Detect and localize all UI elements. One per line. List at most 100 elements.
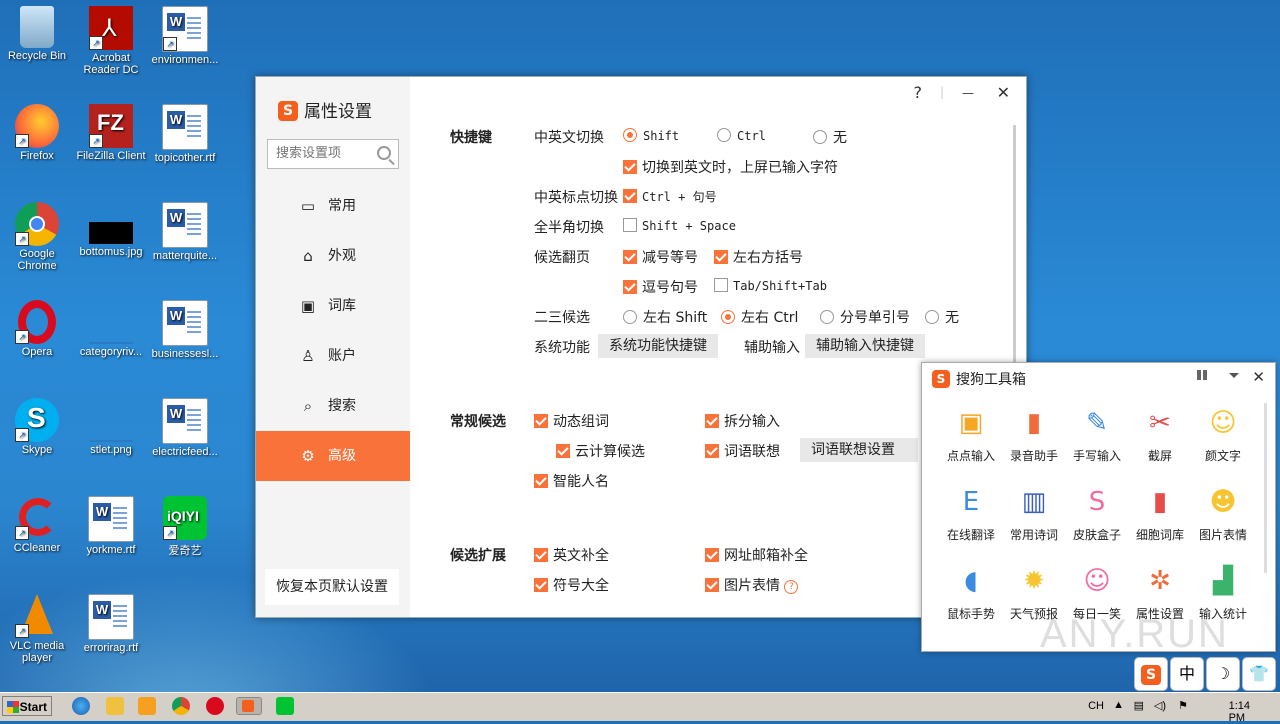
radio-shift[interactable]: Shift xyxy=(623,128,679,143)
checkbox-email[interactable]: 网址邮箱补全 xyxy=(705,545,808,565)
tool-dictionary[interactable]: ▮ 细胞词库 xyxy=(1128,482,1192,543)
tool-poem-book[interactable]: ▥ 常用诗词 xyxy=(1002,482,1066,543)
checkbox-box xyxy=(623,160,637,174)
search-input[interactable] xyxy=(274,145,376,162)
grid-view-icon[interactable] xyxy=(1197,370,1207,380)
desktop-icon-chrome[interactable]: ↗ Google Chrome xyxy=(0,202,74,272)
tool-translate[interactable]: E 在线翻译 xyxy=(939,482,1003,543)
assoc-settings-button[interactable]: 词语联想设置 xyxy=(800,438,918,462)
desktop-icon-opera[interactable]: ↗ Opera xyxy=(0,300,74,358)
toolbox-scrollbar[interactable] xyxy=(1264,403,1267,573)
tool-audio[interactable]: ▮ 录音助手 xyxy=(1002,403,1066,464)
tool-click-input[interactable]: ▣ 点点输入 xyxy=(939,403,1003,464)
desktop-icon-businessesl[interactable]: businessesl... xyxy=(148,300,222,360)
flag-icon[interactable]: ⚑ xyxy=(1178,699,1188,712)
checkbox-symbols[interactable]: 符号大全 xyxy=(534,575,609,595)
desktop-icon-environment[interactable]: ↗ environmen... xyxy=(148,6,222,66)
dictionary-icon: ▮ xyxy=(1152,487,1168,517)
nav-item-account[interactable]: ♙ 账户 xyxy=(256,331,410,381)
desktop-icon-acrobat[interactable]: ⅄ ↗ Acrobat Reader DC xyxy=(74,6,148,76)
desktop-icon-bottomus[interactable]: bottomus.jpg xyxy=(74,202,148,258)
system-shortcut-button[interactable]: 系统功能快捷键 xyxy=(598,334,718,358)
checkbox-split[interactable]: 拆分输入 xyxy=(705,411,780,431)
explorer-folder-icon[interactable] xyxy=(106,697,124,715)
chinese-mode-button[interactable]: 中 xyxy=(1170,657,1204,691)
checkbox-minus-equal[interactable]: 减号等号 xyxy=(623,247,698,267)
word-document-icon xyxy=(162,300,208,346)
start-button[interactable]: Start xyxy=(2,696,52,716)
sogou-taskbar-button[interactable] xyxy=(236,697,262,715)
checkbox-cloud[interactable]: 云计算候选 xyxy=(556,441,645,461)
desktop-icon-stlet[interactable]: stlet.png xyxy=(74,398,148,456)
volume-icon[interactable]: ◁) xyxy=(1154,699,1166,712)
radio-semicolon[interactable]: 分号单引号 xyxy=(820,307,910,327)
checkbox-dynamic[interactable]: 动态组词 xyxy=(534,411,609,431)
checkbox-names[interactable]: 智能人名 xyxy=(534,471,609,491)
radio-none[interactable]: 无 xyxy=(813,127,847,147)
nav-item-advanced[interactable]: ⚙ 高级 xyxy=(256,431,410,481)
desktop-icon-topicother[interactable]: topicother.rtf xyxy=(148,104,222,164)
desktop-icon-yorkme[interactable]: yorkme.rtf xyxy=(74,496,148,556)
tool-smiley[interactable]: ☻ 图片表情 xyxy=(1191,482,1255,543)
sogou-ime-logo-icon[interactable]: S xyxy=(1134,657,1168,691)
radio-none-2[interactable]: 无 xyxy=(925,307,959,327)
skin-shirt-icon[interactable]: 👕 xyxy=(1242,657,1276,691)
network-icon[interactable]: ▤ xyxy=(1134,699,1144,712)
content-scrollbar[interactable] xyxy=(1013,125,1016,365)
nav-item-label: 词库 xyxy=(328,298,356,314)
checkbox-box xyxy=(623,280,637,294)
checkbox-comma-period[interactable]: 逗号句号 xyxy=(623,277,698,297)
desktop-icon-label: Recycle Bin xyxy=(7,50,67,62)
search-icon[interactable] xyxy=(377,146,391,160)
language-indicator[interactable]: CH xyxy=(1088,700,1104,712)
nav-item-search[interactable]: ⌕ 搜索 xyxy=(256,381,410,431)
checkbox-brackets[interactable]: 左右方括号 xyxy=(714,247,803,267)
radio-lr-shift[interactable]: 左右 Shift xyxy=(623,307,707,327)
checkbox-commit-on-switch[interactable]: 切换到英文时，上屏已输入字符 xyxy=(623,157,838,177)
fullwidth-moon-icon[interactable]: ☽ xyxy=(1206,657,1240,691)
show-hidden-icons-icon[interactable]: ▲ xyxy=(1113,699,1124,711)
desktop-icon-errorirag[interactable]: errorirag.rtf xyxy=(74,594,148,654)
aux-shortcut-button[interactable]: 辅助输入快捷键 xyxy=(805,334,925,358)
desktop-icon-vlc[interactable]: ↗ VLC media player xyxy=(0,594,74,664)
desktop-icon-electricfeed[interactable]: electricfeed... xyxy=(148,398,222,458)
ie-icon[interactable] xyxy=(72,697,90,715)
opera-icon[interactable] xyxy=(206,697,224,715)
desktop-icon-iqiyi[interactable]: iQIYI ↗ 爱奇艺 xyxy=(148,496,222,558)
chrome-icon[interactable] xyxy=(172,697,190,715)
close-button[interactable]: ✕ xyxy=(1252,368,1265,386)
checkbox-width[interactable]: Shift + Space xyxy=(623,218,736,233)
skype-icon: S ↗ xyxy=(15,398,59,442)
image-file-icon xyxy=(89,222,133,244)
tool-skin-shirt[interactable]: S 皮肤盒子 xyxy=(1065,482,1129,543)
nav-item-appearance[interactable]: ⌂ 外观 xyxy=(256,231,410,281)
checkbox-english[interactable]: 英文补全 xyxy=(534,545,609,565)
clock[interactable]: 1:14 PM xyxy=(1229,700,1250,724)
checkbox-tab[interactable]: Tab/Shift+Tab xyxy=(714,278,827,293)
desktop-icon-firefox[interactable]: ↗ Firefox xyxy=(0,104,74,162)
nav-item-common[interactable]: ▭ 常用 xyxy=(256,181,410,231)
desktop-icon-skype[interactable]: S ↗ Skype xyxy=(0,398,74,456)
checkbox-assoc[interactable]: 词语联想 xyxy=(705,441,780,461)
desktop-icon-matterquite[interactable]: matterquite... xyxy=(148,202,222,262)
tool-pen[interactable]: ✎ 手写输入 xyxy=(1065,403,1129,464)
restore-defaults-button[interactable]: 恢复本页默认设置 xyxy=(265,569,399,605)
media-player-icon[interactable] xyxy=(138,697,156,715)
desktop-icon-label: CCleaner xyxy=(13,542,61,554)
checkbox-punct[interactable]: Ctrl + 句号 xyxy=(623,188,717,205)
radio-ctrl[interactable]: Ctrl xyxy=(717,128,766,143)
nav-item-lexicon[interactable]: ▣ 词库 xyxy=(256,281,410,331)
checkbox-emoji[interactable]: 图片表情 ? xyxy=(705,575,799,595)
tool-kaomoji[interactable]: ☺ 颜文字 xyxy=(1191,403,1255,464)
desktop-icon-filezilla[interactable]: FZ ↗ FileZilla Client xyxy=(74,104,148,162)
desktop-icon-recycle-bin[interactable]: Recycle Bin xyxy=(0,6,74,62)
settings-search[interactable] xyxy=(267,139,399,169)
chevron-down-icon[interactable] xyxy=(1229,373,1239,383)
radio-lr-ctrl[interactable]: 左右 Ctrl xyxy=(721,307,798,327)
iqiyi-icon[interactable] xyxy=(276,697,294,715)
tool-scissors[interactable]: ✂ 截屏 xyxy=(1128,403,1192,464)
help-circle-icon[interactable]: ? xyxy=(784,580,799,594)
desktop-icon-categoryriv[interactable]: categoryriv... xyxy=(74,300,148,358)
tool-mouse[interactable]: ◖ 鼠标手势 xyxy=(939,561,1003,622)
desktop-icon-ccleaner[interactable]: ↗ CCleaner xyxy=(0,496,74,554)
